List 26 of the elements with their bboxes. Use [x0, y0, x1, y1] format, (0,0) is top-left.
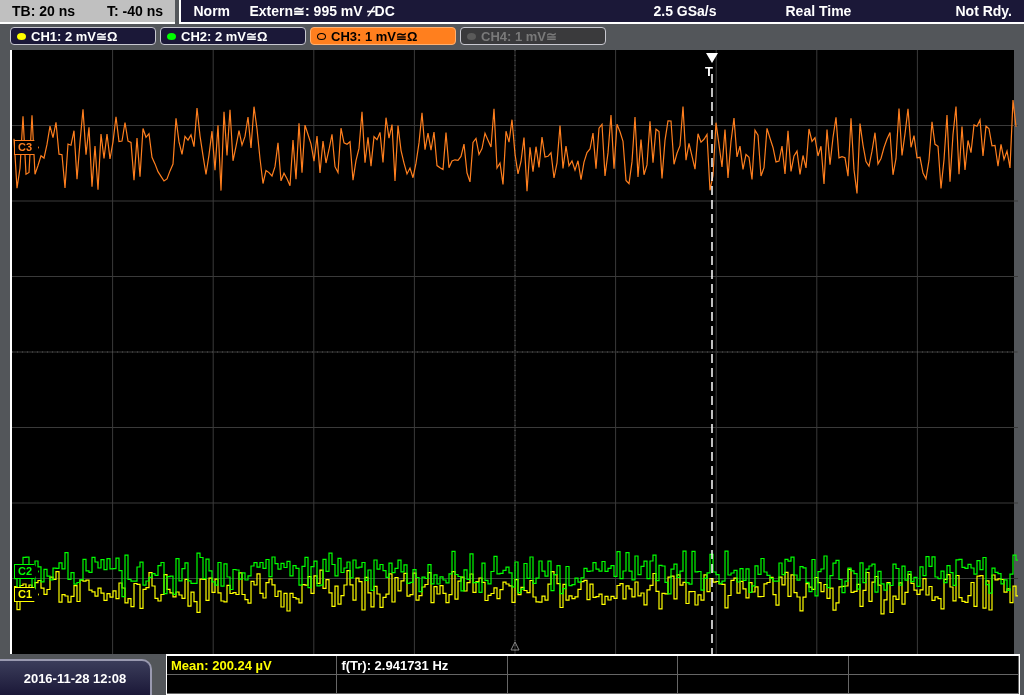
channel-dot-icon: [317, 32, 326, 40]
acquisition-mode: Real Time: [785, 3, 853, 19]
channel-dot-icon: [167, 32, 176, 40]
trigger-source: Extern≅: 995 mV ⌿DC: [249, 2, 396, 20]
channel-button[interactable]: CH3: 1 mV≅Ω: [310, 27, 456, 45]
measurement-value: f(Tr): 2.941731 Hz: [337, 656, 508, 675]
trigger-arrow-icon: [705, 53, 718, 63]
sample-rate: 2.5 GSa/s: [653, 3, 718, 19]
channel-label: CH3: 1 mV≅Ω: [331, 28, 418, 44]
channel-marker: C3: [13, 140, 40, 155]
channel-button[interactable]: CH1: 2 mV≅Ω: [10, 27, 156, 45]
timebase-label: TB: 20 ns: [12, 3, 75, 19]
channel-marker: C2: [13, 564, 40, 579]
channel-label: CH2: 2 mV≅Ω: [181, 28, 268, 44]
trigger-mode: Norm: [193, 3, 232, 19]
trigger-marker: T: [704, 66, 713, 78]
channel-label: CH4: 1 mV≅: [481, 28, 558, 44]
reference-triangle-icon: [510, 641, 520, 651]
acquisition-state: Not Rdy.: [955, 3, 1012, 19]
channel-dot-icon: [17, 32, 26, 40]
channel-marker: C1: [13, 587, 40, 602]
date-time: 2016-11-28 12:08: [0, 659, 152, 695]
trigger-time-label: T: -40 ns: [107, 3, 164, 19]
measurement-value: Mean: 200.24 µV: [167, 656, 338, 675]
channel-button[interactable]: CH2: 2 mV≅Ω: [160, 27, 306, 45]
channel-label: CH1: 2 mV≅Ω: [31, 28, 118, 44]
